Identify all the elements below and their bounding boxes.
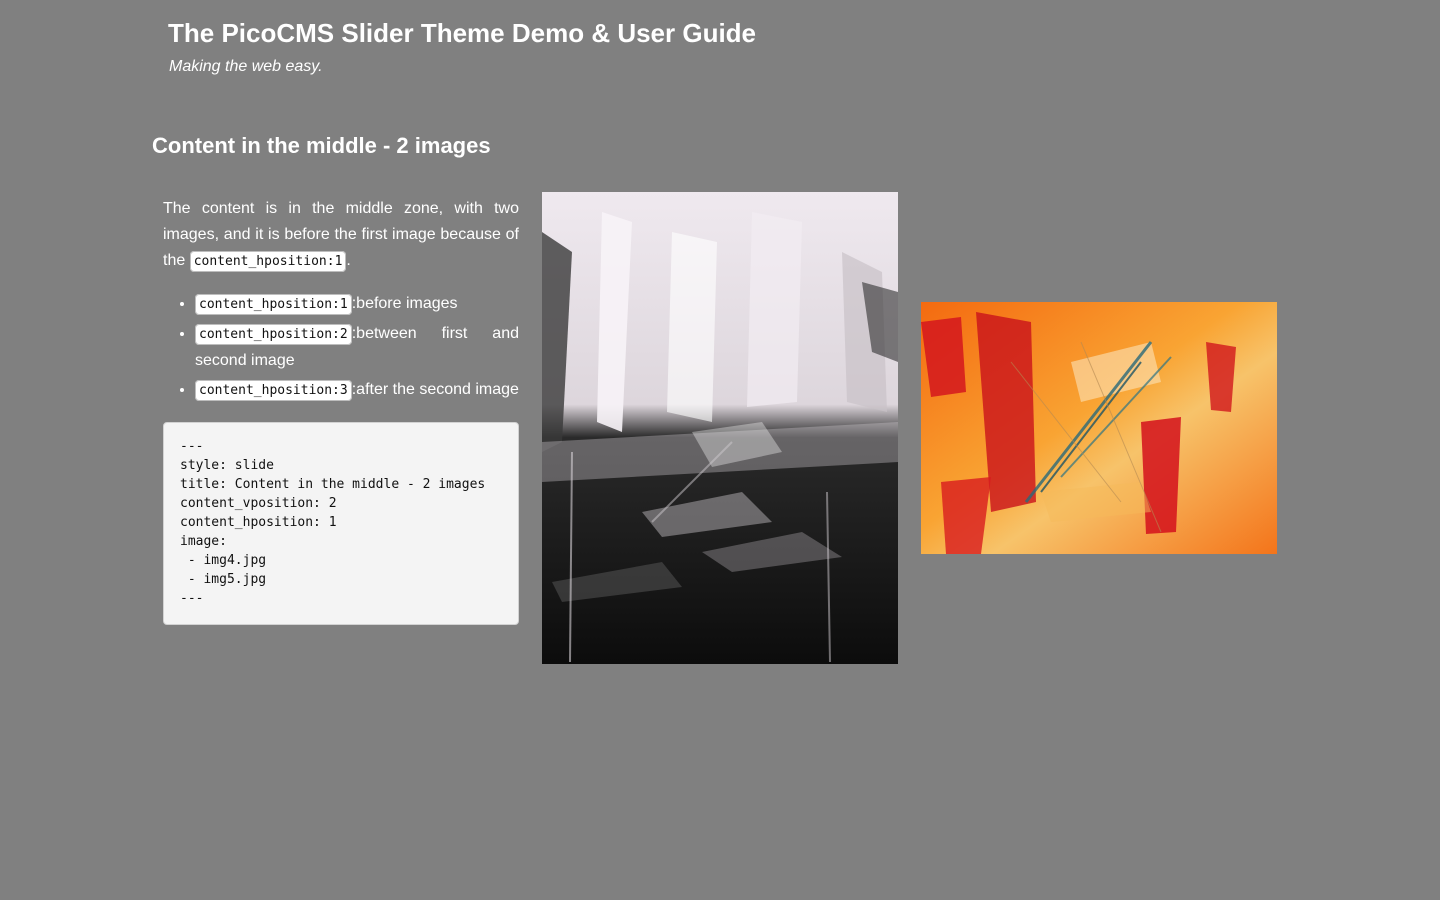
- orange-red-painting-image: [921, 302, 1277, 554]
- slide-content: The content is in the middle zone, with …: [163, 196, 519, 625]
- inline-code: content_hposition:1: [195, 294, 352, 315]
- intro-text-end: .: [346, 252, 351, 269]
- site-title[interactable]: The PicoCMS Slider Theme Demo & User Gui…: [168, 16, 756, 50]
- inline-code: content_hposition:1: [189, 251, 347, 272]
- list-item: content_hposition:2:between first and se…: [195, 321, 519, 374]
- site-tagline: Making the web easy.: [169, 58, 323, 75]
- list-item: content_hposition:3:after the second ima…: [195, 377, 519, 404]
- intro-paragraph: The content is in the middle zone, with …: [163, 196, 519, 275]
- site-header: The PicoCMS Slider Theme Demo & User Gui…: [168, 16, 756, 77]
- options-list: content_hposition:1:before images conten…: [163, 291, 519, 404]
- list-item-text: :after the second image: [351, 381, 519, 398]
- black-white-painting-image: [542, 192, 898, 664]
- front-matter-code-block: --- style: slide title: Content in the m…: [163, 422, 519, 625]
- list-item-text: :before images: [351, 295, 458, 312]
- inline-code: content_hposition:2: [195, 324, 352, 345]
- list-item: content_hposition:1:before images: [195, 291, 519, 318]
- inline-code: content_hposition:3: [195, 380, 352, 401]
- slide-title: Content in the middle - 2 images: [152, 133, 491, 158]
